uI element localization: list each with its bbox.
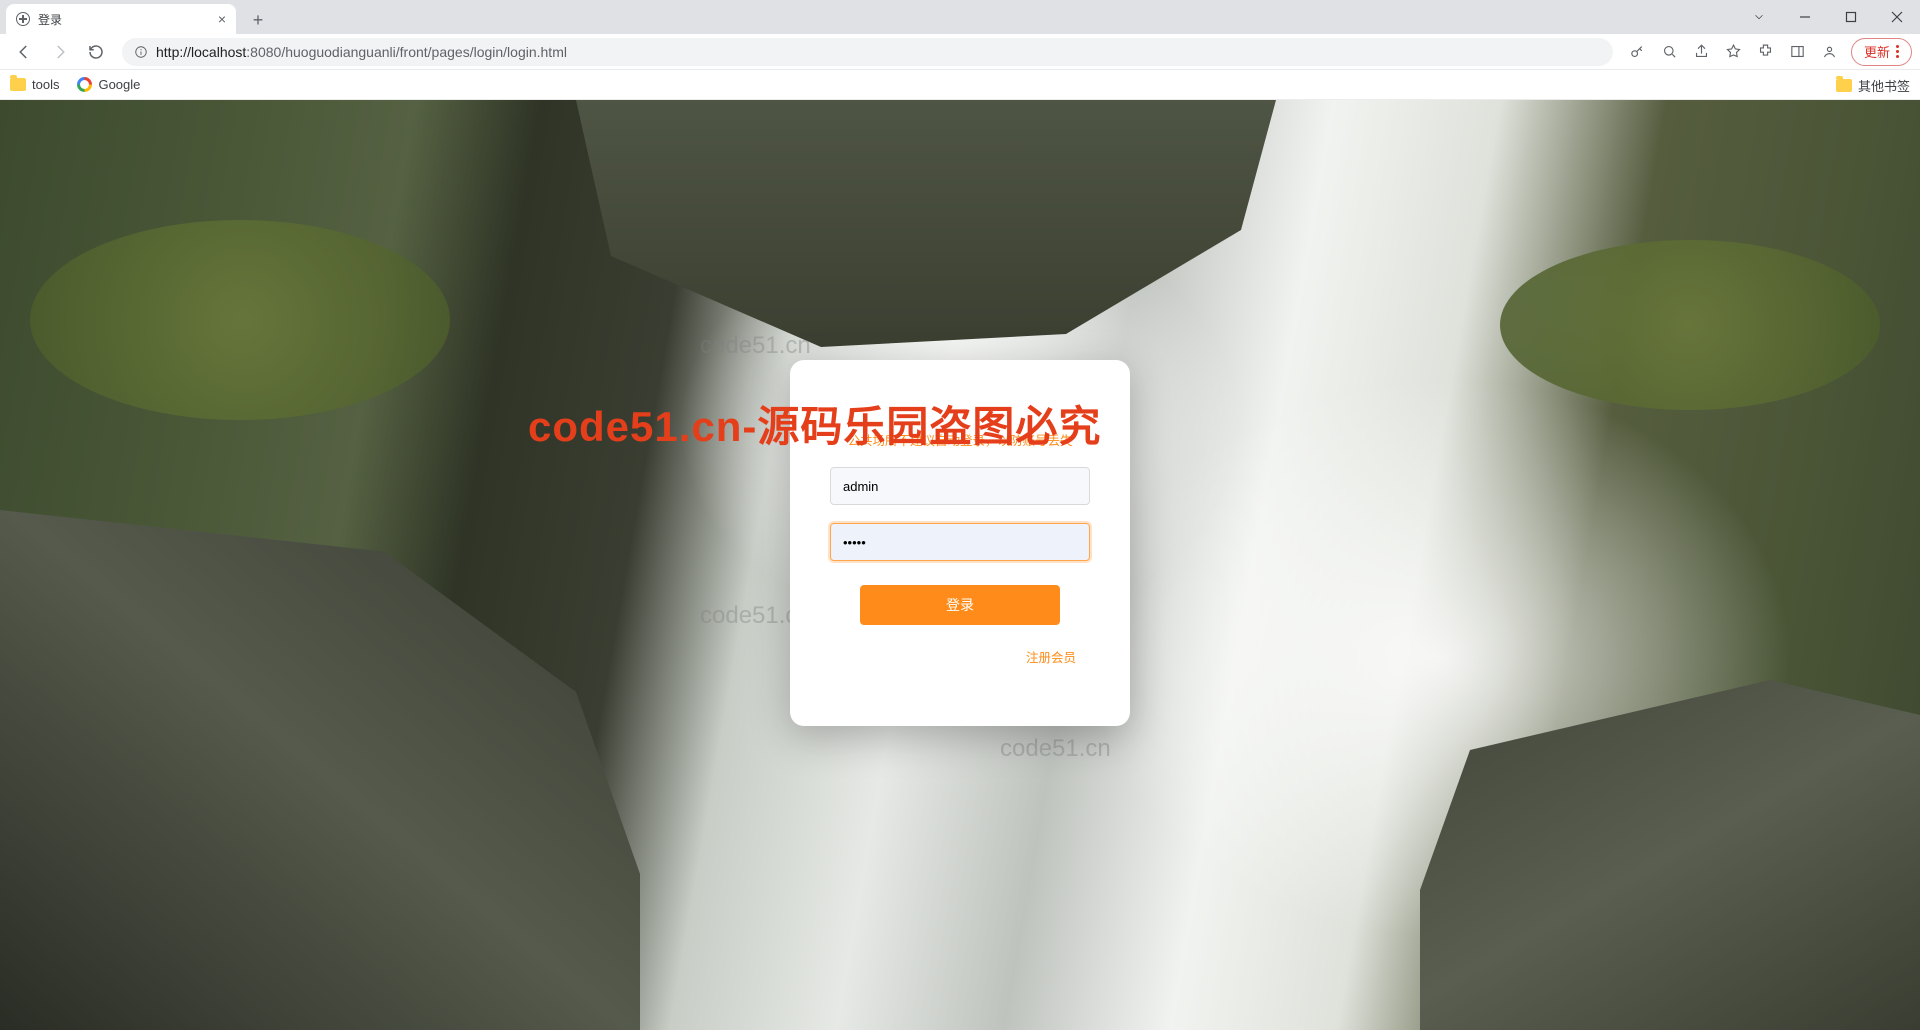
toolbar-right: 更新 xyxy=(1623,37,1912,67)
url-text: http://localhost:8080/huoguodianguanli/f… xyxy=(156,44,1601,60)
update-button[interactable]: 更新 xyxy=(1851,38,1912,66)
globe-icon xyxy=(16,12,30,26)
bookmark-label: Google xyxy=(98,77,140,92)
tab-strip: 登录 × + xyxy=(0,0,1920,34)
kebab-menu-icon xyxy=(1896,45,1899,58)
google-icon xyxy=(77,77,92,92)
browser-window: 登录 × + http://localhost:8080/huoguodiang… xyxy=(0,0,1920,1030)
update-label: 更新 xyxy=(1864,42,1890,61)
side-panel-icon[interactable] xyxy=(1783,37,1813,67)
window-controls xyxy=(1736,0,1920,34)
info-icon xyxy=(134,45,148,59)
bookmarks-bar: tools Google 其他书签 xyxy=(0,70,1920,100)
maximize-button[interactable] xyxy=(1828,0,1874,34)
bookmark-tools[interactable]: tools xyxy=(10,77,59,92)
password-key-icon[interactable] xyxy=(1623,37,1653,67)
bookmark-other[interactable]: 其他书签 xyxy=(1836,76,1910,95)
bookmark-google[interactable]: Google xyxy=(77,77,140,92)
folder-icon xyxy=(1836,79,1852,92)
profile-avatar-icon[interactable] xyxy=(1815,37,1845,67)
address-bar: http://localhost:8080/huoguodianguanli/f… xyxy=(0,34,1920,70)
omnibox[interactable]: http://localhost:8080/huoguodianguanli/f… xyxy=(122,38,1613,66)
browser-tab[interactable]: 登录 × xyxy=(6,4,236,34)
new-tab-button[interactable]: + xyxy=(244,6,272,34)
back-button[interactable] xyxy=(8,36,40,68)
password-input[interactable] xyxy=(830,523,1090,561)
minimize-button[interactable] xyxy=(1782,0,1828,34)
register-link[interactable]: 注册会员 xyxy=(1026,647,1076,666)
tab-title: 登录 xyxy=(38,11,210,28)
bookmark-star-icon[interactable] xyxy=(1719,37,1749,67)
share-icon[interactable] xyxy=(1687,37,1717,67)
username-input[interactable] xyxy=(830,467,1090,505)
login-card: 公共场所不建议自动登录，以防账号丢失 登录 注册会员 xyxy=(790,360,1130,726)
close-tab-icon[interactable]: × xyxy=(218,11,226,27)
warning-text: 公共场所不建议自动登录，以防账号丢失 xyxy=(847,430,1072,449)
close-window-button[interactable] xyxy=(1874,0,1920,34)
page-viewport: code51.cn code51.cn code51.cn code51.cn … xyxy=(0,100,1920,1030)
login-button[interactable]: 登录 xyxy=(860,585,1060,625)
extensions-icon[interactable] xyxy=(1751,37,1781,67)
zoom-icon[interactable] xyxy=(1655,37,1685,67)
folder-icon xyxy=(10,78,26,91)
forward-button[interactable] xyxy=(44,36,76,68)
bookmark-label: tools xyxy=(32,77,59,92)
reload-button[interactable] xyxy=(80,36,112,68)
tab-search-button[interactable] xyxy=(1736,0,1782,34)
bookmark-label: 其他书签 xyxy=(1858,76,1910,95)
